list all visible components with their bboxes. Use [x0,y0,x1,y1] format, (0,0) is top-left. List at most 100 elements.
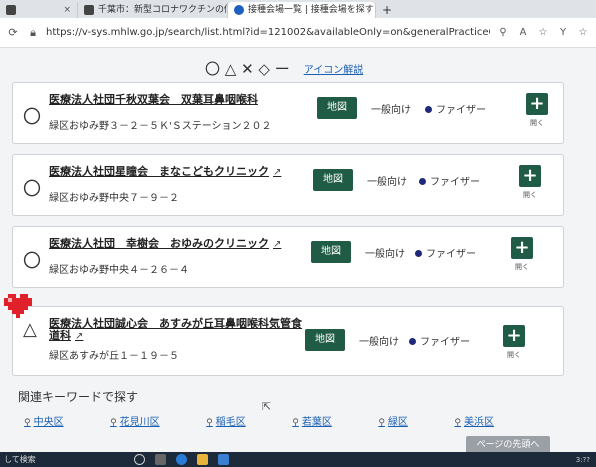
map-button[interactable]: 地図 [305,329,345,351]
tab-2[interactable]: 千葉市：新型コロナワクチンの個別 × [78,2,228,18]
clinic-name: 医療法人社団誠心会 あすみが丘耳鼻咽喉科気管食 [49,317,302,330]
map-button[interactable]: 地図 [311,241,351,263]
task-view-icon[interactable] [134,454,145,465]
keyword-label: 花見川区 [119,417,160,428]
keyword-link[interactable]: ⚲ 美浜区 [454,413,494,428]
edge-browser-icon[interactable] [176,454,187,465]
clinic-address: 緑区おゆみ野３－２－５Ｋ'Ｓステーション２０２ [49,121,272,132]
new-tab-button[interactable]: + [376,2,398,18]
keyword-link[interactable]: ⚲ 緑区 [378,413,408,428]
extension-icon[interactable]: Y [556,27,570,38]
vaccine-dot-icon [409,338,416,345]
related-keywords-list: ⚲ 中央区 ⚲ 花見川区 ⚲ 稲毛区 ⚲ 若葉区 ⚲ 緑区 ⚲ 美浜区 [24,413,494,428]
collections-icon[interactable]: ☆ [576,27,590,38]
tab-label: 接種会場一覧 | 接種会場を探す [248,5,374,15]
tab-close-icon[interactable]: × [63,2,71,18]
clinic-address: 緑区あすみが丘１－１９－５ [49,351,179,362]
legend-symbols: 〇 △ ✕ ◇ ー [205,60,290,78]
availability-circle-icon: 〇 [23,251,41,272]
keyword-label: 緑区 [387,417,408,428]
clinic-name-link[interactable]: 医療法人社団 幸樹会 おゆみのクリニック ↗ [49,235,281,251]
taskbar: して検索 3:?? [0,452,596,467]
lock-icon[interactable]: 🔒︎ [26,26,40,40]
availability-circle-icon: 〇 [23,107,41,128]
taskbar-search[interactable]: して検索 [4,454,124,465]
target-general: 一般向け [371,105,411,116]
vaccine-dot-icon [425,106,432,113]
map-button[interactable]: 地図 [317,97,357,119]
open-label: 開く [515,263,529,271]
vaccine-name: ファイザー [430,177,480,188]
expand-plus-button[interactable]: + [519,165,541,187]
availability-legend: 〇 △ ✕ ◇ ー アイコン解説 [205,58,363,79]
file-explorer-icon[interactable] [197,454,208,465]
search-icon: ⚲ [24,418,31,428]
external-link-icon: ↗ [273,167,282,178]
search-icon: ⚲ [292,418,299,428]
icon-explanation-link[interactable]: アイコン解説 [304,61,364,76]
clinic-name: 医療法人社団星瞳会 まなこどもクリニック [49,165,269,178]
target-general: 一般向け [365,249,405,260]
vaccine-type: ファイザー [409,333,470,348]
clinic-name-link-line2[interactable]: 道科 ↗ [49,327,83,343]
clinic-name-link[interactable]: 医療法人社団星瞳会 まなこどもクリニック ↗ [49,163,281,179]
store-icon[interactable] [218,454,229,465]
keyword-link[interactable]: ⚲ 稲毛区 [206,413,246,428]
tab-favicon-icon [234,5,244,15]
target-general: 一般向け [359,337,399,348]
external-link-icon: ↗ [273,239,282,250]
tab-1[interactable]: × [0,2,78,18]
search-icon: ⚲ [378,418,385,428]
open-label: 開く [507,351,521,359]
keyword-label: 若葉区 [301,417,332,428]
mouse-cursor-icon: ⇱ [262,400,272,413]
tab-3-active[interactable]: 接種会場一覧 | 接種会場を探す × [228,2,376,18]
clinic-name: 医療法人社団千秋双葉会 双葉耳鼻咽喉科 [49,93,258,106]
target-general: 一般向け [367,177,407,188]
tab-favicon-icon [84,5,94,15]
clinic-name-line2: 道科 [49,329,71,342]
clinic-card: △ 医療法人社団誠心会 あすみが丘耳鼻咽喉科気管食 道科 ↗ 緑区あすみが丘１－１… [12,306,564,376]
pixel-heart-icon [4,294,32,318]
open-label: 開く [530,119,544,127]
clinic-card: 〇 医療法人社団 幸樹会 おゆみのクリニック ↗ 緑区おゆみ野中央４－２６－４ 地… [12,226,564,288]
keyword-label: 美浜区 [463,417,494,428]
search-icon: ⚲ [206,418,213,428]
clinic-name-link[interactable]: 医療法人社団誠心会 あすみが丘耳鼻咽喉科気管食 [49,315,302,331]
vaccine-dot-icon [415,250,422,257]
url-field[interactable]: https://v-sys.mhlw.go.jp/search/list.htm… [46,27,490,38]
map-button[interactable]: 地図 [313,169,353,191]
address-bar: ⟳ 🔒︎ https://v-sys.mhlw.go.jp/search/lis… [0,18,596,48]
favorite-icon[interactable]: ☆ [536,27,550,38]
clock: 3:?? [575,455,590,464]
availability-circle-icon: 〇 [23,179,41,200]
open-label: 開く [523,191,537,199]
vaccine-name: ファイザー [436,105,486,116]
vaccine-name: ファイザー [426,249,476,260]
clinic-name-link[interactable]: 医療法人社団千秋双葉会 双葉耳鼻咽喉科 [49,91,258,107]
clinic-name: 医療法人社団 幸樹会 おゆみのクリニック [49,237,269,250]
read-aloud-icon[interactable]: A [516,27,530,38]
expand-plus-button[interactable]: + [526,93,548,115]
availability-triangle-icon: △ [23,319,37,340]
search-icon: ⚲ [454,418,461,428]
search-icon: ⚲ [110,418,117,428]
zoom-icon[interactable]: ⚲ [496,27,510,38]
clinic-address: 緑区おゆみ野中央７－９－２ [49,193,179,204]
keyword-label: 中央区 [33,417,64,428]
keyword-link[interactable]: ⚲ 若葉区 [292,413,332,428]
clinic-card: 〇 医療法人社団千秋双葉会 双葉耳鼻咽喉科 緑区おゆみ野３－２－５Ｋ'Ｓステーシ… [12,82,564,144]
vaccine-name: ファイザー [420,337,470,348]
widgets-icon[interactable] [155,454,166,465]
keyword-link[interactable]: ⚲ 花見川区 [110,413,160,428]
page-top-button[interactable]: ページの先頭へ [466,436,550,452]
vaccine-type: ファイザー [419,173,480,188]
vaccine-type: ファイザー [425,101,486,116]
refresh-icon[interactable]: ⟳ [6,26,20,39]
expand-plus-button[interactable]: + [503,325,525,347]
vaccine-dot-icon [419,178,426,185]
expand-plus-button[interactable]: + [511,237,533,259]
keyword-link[interactable]: ⚲ 中央区 [24,413,64,428]
tab-favicon-icon [6,5,16,15]
tab-label: 千葉市：新型コロナワクチンの個別 [98,5,228,15]
